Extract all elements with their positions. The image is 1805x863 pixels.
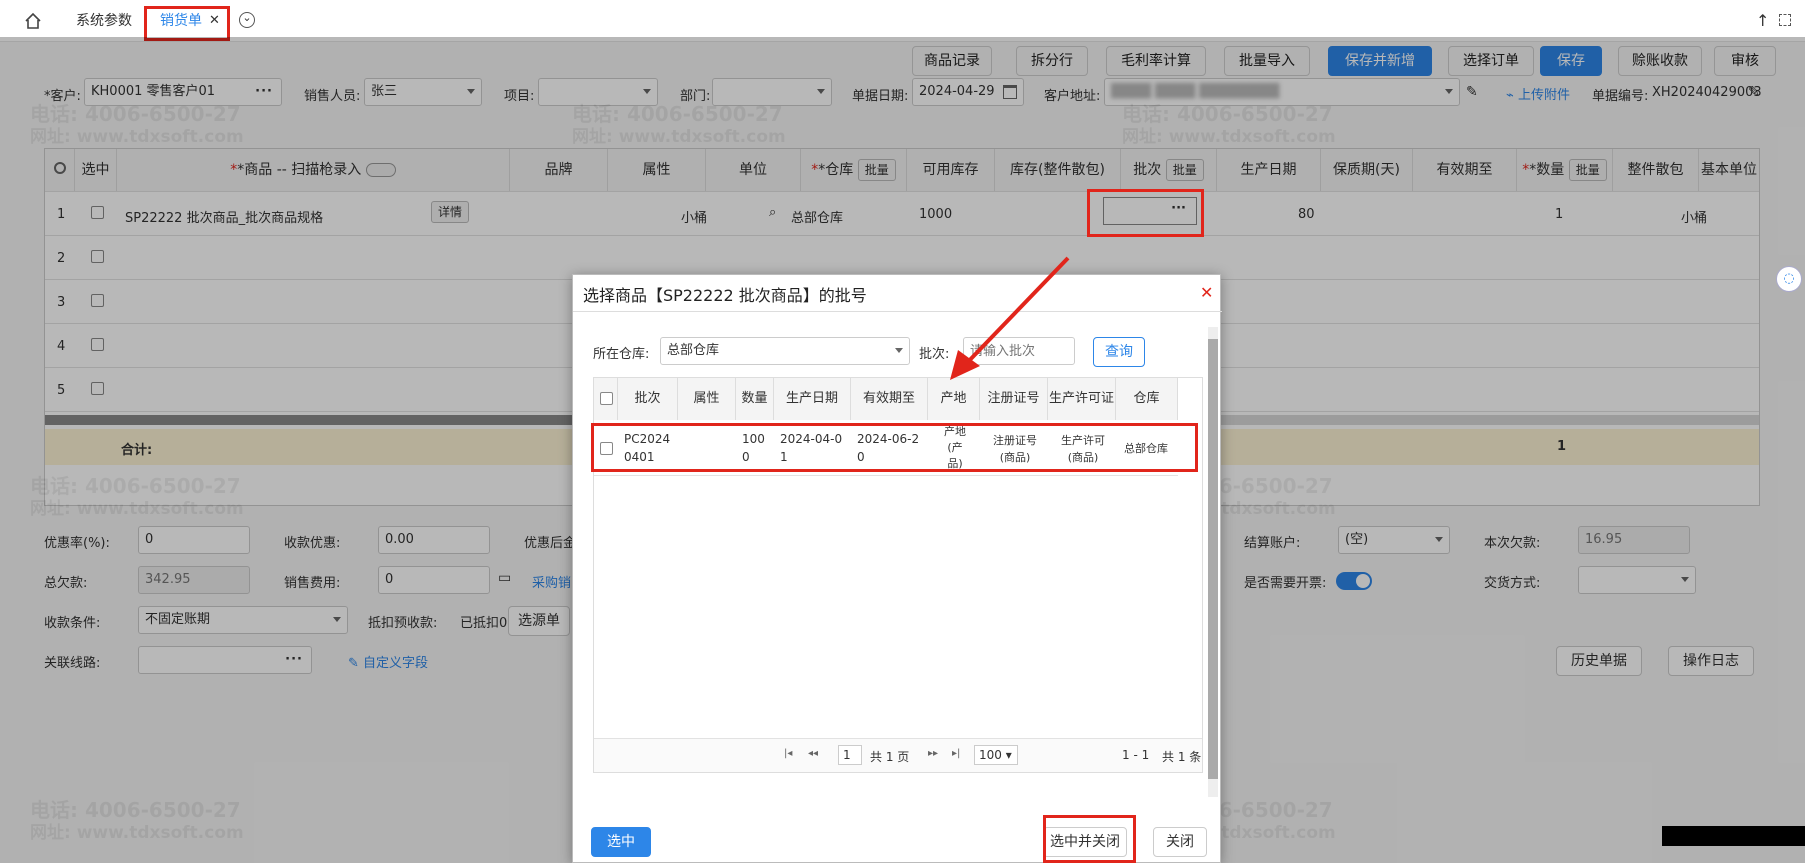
select-all-checkbox[interactable] xyxy=(600,392,613,405)
dialog-scrollbar[interactable] xyxy=(1208,327,1218,797)
dialog-close-icon[interactable]: ✕ xyxy=(1200,283,1213,302)
dialog-table: 批次 属性 数量 生产日期 有效期至 产地 注册证号 生产许可证 仓库 PC20… xyxy=(593,377,1203,773)
cell-warehouse: 总部仓库 xyxy=(1124,442,1168,455)
cell-origin: 产地 (产 品) xyxy=(944,425,966,470)
cell-qty: 100 0 xyxy=(742,432,765,464)
dialog-select-close-button[interactable]: 选中并关闭 xyxy=(1043,827,1127,857)
row-checkbox[interactable] xyxy=(600,442,613,455)
dialog-close-button[interactable]: 关闭 xyxy=(1153,827,1207,857)
dialog-header-select-all xyxy=(594,378,618,420)
dialog-table-row[interactable]: PC2024 0401 100 0 2024-04-0 1 2024-06-2 … xyxy=(594,424,1178,476)
tab-system-params[interactable]: 系统参数 xyxy=(76,8,132,34)
batch-select-dialog: 选择商品【SP22222 批次商品】的批号 ✕ 所在仓库: 总部仓库 批次: 查… xyxy=(572,274,1222,863)
page-range: 1 - 1 xyxy=(1122,748,1150,762)
cell-prod-date: 2024-04-0 1 xyxy=(780,432,843,464)
dialog-header-attr: 属性 xyxy=(678,378,736,420)
dialog-query-button[interactable]: 查询 xyxy=(1093,337,1145,367)
red-arrow-annotation xyxy=(950,256,1070,380)
dialog-select-button[interactable]: 选中 xyxy=(591,827,651,857)
last-page-icon[interactable]: ▸| xyxy=(952,748,960,759)
feedback-icon[interactable]: ◌ xyxy=(1776,266,1802,292)
page-size-value: 100 xyxy=(979,748,1002,762)
tab-bar: 系统参数 销货单 ✕ ⌄ ↑ xyxy=(0,0,1805,42)
tab-close-icon[interactable]: ✕ xyxy=(209,8,220,34)
dialog-warehouse-label: 所在仓库: xyxy=(593,347,650,362)
page-input[interactable]: 1 xyxy=(838,745,862,765)
dialog-pager: |◂ ◂◂ 1 共 1 页 ▸▸ ▸| 100 ▾ 1 - 1 共 1 条 xyxy=(594,738,1202,772)
cell-reg-no: 注册证号 (商品) xyxy=(993,434,1037,464)
fullscreen-icon[interactable] xyxy=(1779,14,1791,26)
page-total: 共 1 条 xyxy=(1162,750,1202,764)
cell-expiry: 2024-06-2 0 xyxy=(857,432,920,464)
dialog-title-divider xyxy=(573,311,1222,312)
dialog-header-prod-date: 生产日期 xyxy=(774,378,851,420)
black-block xyxy=(1662,826,1805,846)
cell-license: 生产许可 (商品) xyxy=(1061,434,1105,464)
cell-batch: PC2024 0401 xyxy=(624,432,671,464)
scrollbar-thumb[interactable] xyxy=(1208,339,1218,779)
page-size-select[interactable]: 100 ▾ xyxy=(974,745,1018,765)
prev-page-icon[interactable]: ◂◂ xyxy=(808,748,818,759)
first-page-icon[interactable]: |◂ xyxy=(784,748,792,759)
total-pages: 共 1 页 xyxy=(870,750,910,764)
chevron-down-icon xyxy=(895,348,903,353)
tab-more-icon[interactable]: ⌄ xyxy=(239,12,255,28)
dialog-header-expiry: 有效期至 xyxy=(851,378,928,420)
dialog-warehouse-select[interactable]: 总部仓库 xyxy=(660,337,910,365)
dialog-warehouse-value: 总部仓库 xyxy=(667,343,720,358)
home-icon[interactable] xyxy=(24,12,42,30)
dialog-title: 选择商品【SP22222 批次商品】的批号 xyxy=(583,286,867,305)
dialog-header-qty: 数量 xyxy=(736,378,774,420)
dialog-header-warehouse: 仓库 xyxy=(1116,378,1178,420)
tab-sales-order[interactable]: 销货单 xyxy=(160,8,202,34)
next-page-icon[interactable]: ▸▸ xyxy=(928,748,938,759)
arrow-up-icon[interactable]: ↑ xyxy=(1756,11,1769,30)
dialog-header-batch: 批次 xyxy=(618,378,678,420)
